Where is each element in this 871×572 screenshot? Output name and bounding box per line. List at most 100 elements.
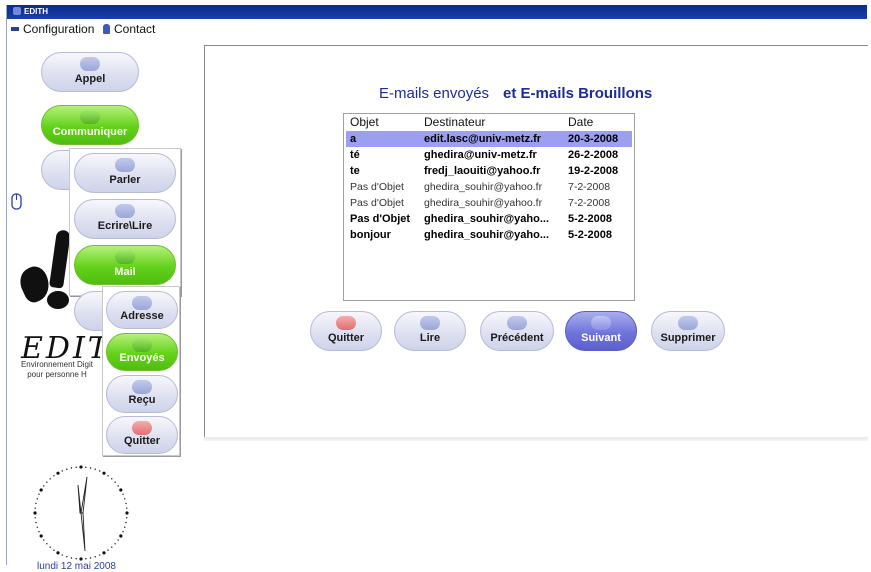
logo-mark-base — [47, 291, 69, 309]
clock-tick — [36, 526, 38, 528]
clock-tick — [114, 481, 116, 483]
clock-tick — [117, 539, 119, 541]
clock-tick — [61, 470, 63, 472]
nav-communiquer-button[interactable]: Communiquer — [41, 105, 139, 145]
clock-tick — [70, 557, 73, 559]
clock-tick — [35, 502, 37, 505]
nav-quitter-button[interactable]: Quitter — [106, 416, 178, 454]
clock-tick — [122, 531, 124, 533]
read-icon — [420, 316, 440, 330]
clock-tick — [89, 557, 92, 559]
clock-tick — [39, 488, 43, 492]
precedent-button[interactable]: Précédent — [480, 311, 554, 351]
nav-ecrire-lire-button[interactable]: Ecrire\Lire — [74, 199, 176, 239]
table-row[interactable]: te fredj_laouiti@yahoo.fr 19-2-2008 — [346, 163, 632, 179]
clock-tick — [46, 543, 48, 545]
app-icon — [13, 7, 21, 15]
lire-button[interactable]: Lire — [394, 311, 466, 351]
clock-tick — [99, 470, 101, 472]
cell-objet: té — [350, 149, 360, 161]
table-row[interactable]: té ghedira@univ-metz.fr 26-2-2008 — [346, 147, 632, 163]
cell-objet: a — [350, 133, 357, 145]
column-destinateur: Destinateur — [424, 115, 486, 129]
speak-icon — [115, 158, 135, 172]
nav-mail-button[interactable]: Mail — [74, 245, 176, 285]
table-row[interactable]: bonjour ghedira_souhir@yaho... 5-2-2008 — [346, 227, 632, 243]
nav-envoyes-button[interactable]: Envoyés — [106, 333, 178, 371]
cell-objet: Pas d'Objet — [350, 197, 404, 209]
title-bar: EDITH — [7, 5, 867, 19]
clock-tick — [94, 468, 96, 470]
cell-objet: Pas d'Objet — [350, 181, 404, 193]
clock-tick — [114, 543, 116, 545]
clock-tick — [36, 498, 38, 500]
nav-parler-button[interactable]: Parler — [74, 153, 176, 193]
quitter-button[interactable]: Quitter — [310, 311, 382, 351]
table-header: Objet Destinateur Date — [344, 114, 634, 130]
clock-tick — [49, 546, 51, 548]
logo-subtitle: Environnement Digit pour personne H — [20, 360, 94, 379]
previous-icon — [507, 316, 527, 330]
clock-tick — [119, 488, 123, 492]
clock-tick — [117, 485, 119, 487]
clock-tick — [49, 478, 51, 480]
table-row[interactable]: Pas d'Objet ghedira_souhir@yahoo.fr 7-2-20… — [346, 179, 632, 195]
next-icon — [591, 316, 611, 330]
clock-tick — [126, 507, 128, 509]
table-row[interactable]: Pas d'Objet ghedira_souhir@yaho... 5-2-200… — [346, 211, 632, 227]
nav-recu-button[interactable]: Reçu — [106, 375, 178, 413]
clock-tick — [75, 466, 77, 468]
main-panel-bottom-edge — [204, 437, 868, 441]
cell-objet: bonjour — [350, 229, 391, 241]
menu-contact[interactable]: Contact — [103, 22, 155, 36]
clock-tick — [85, 558, 87, 560]
trash-icon — [678, 316, 698, 330]
clock-tick — [43, 539, 45, 541]
clock-tick — [99, 554, 101, 556]
sent-icon — [132, 338, 152, 352]
cell-destinateur: ghedira_souhir@yahoo.fr — [424, 197, 543, 209]
cell-date: 5-2-2008 — [568, 213, 613, 225]
clock-tick — [89, 467, 92, 469]
clock-tick — [102, 471, 106, 475]
cell-destinateur: edit.lasc@univ-metz.fr — [424, 133, 542, 145]
nav-adresse-button[interactable]: Adresse — [106, 291, 178, 329]
nav-appel-button[interactable]: Appel — [41, 52, 139, 92]
table-row[interactable]: a edit.lasc@univ-metz.fr 20-3-2008 — [346, 131, 632, 147]
table-row[interactable]: Pas d'Objet ghedira_souhir@yahoo.fr 7-2-20… — [346, 195, 632, 211]
clock-tick — [66, 556, 68, 558]
clock-tick — [38, 493, 40, 495]
cell-date: 7-2-2008 — [568, 197, 611, 209]
page-title: E-mails envoyés et E-mails Brouillons — [379, 85, 653, 102]
column-date: Date — [568, 115, 594, 129]
clock-tick — [56, 551, 60, 555]
cell-date: 26-2-2008 — [568, 149, 619, 161]
suivant-button[interactable]: Suivant — [565, 311, 637, 351]
analog-clock — [31, 463, 131, 563]
cell-date: 7-2-2008 — [568, 181, 611, 193]
clock-tick — [35, 521, 37, 524]
window-title: EDITH — [24, 7, 48, 16]
cell-date: 19-2-2008 — [568, 165, 619, 177]
clock-tick — [126, 517, 128, 519]
config-icon — [11, 27, 19, 31]
cell-destinateur: ghedira@univ-metz.fr — [424, 149, 537, 161]
clock-tick — [119, 534, 123, 538]
clock-tick — [85, 466, 87, 468]
cell-date: 5-2-2008 — [568, 229, 613, 241]
clock-tick — [124, 498, 126, 500]
mail-list[interactable]: Objet Destinateur Date a edit.lasc@univ-m… — [343, 113, 635, 301]
menu-configuration[interactable]: Configuration — [11, 22, 94, 36]
cell-objet: te — [350, 165, 360, 177]
clock-tick — [94, 556, 96, 558]
clock-tick — [46, 481, 48, 483]
clock-hand — [77, 484, 82, 514]
mail-icon — [115, 250, 135, 264]
clock-tick — [61, 554, 63, 556]
clock-hand — [80, 512, 86, 552]
supprimer-button[interactable]: Supprimer — [651, 311, 725, 351]
close-icon — [336, 316, 356, 330]
app-window: EDITH Configuration Contact Appel Commun… — [6, 5, 868, 572]
clock-tick — [111, 478, 113, 480]
logo-mark — [49, 229, 71, 289]
